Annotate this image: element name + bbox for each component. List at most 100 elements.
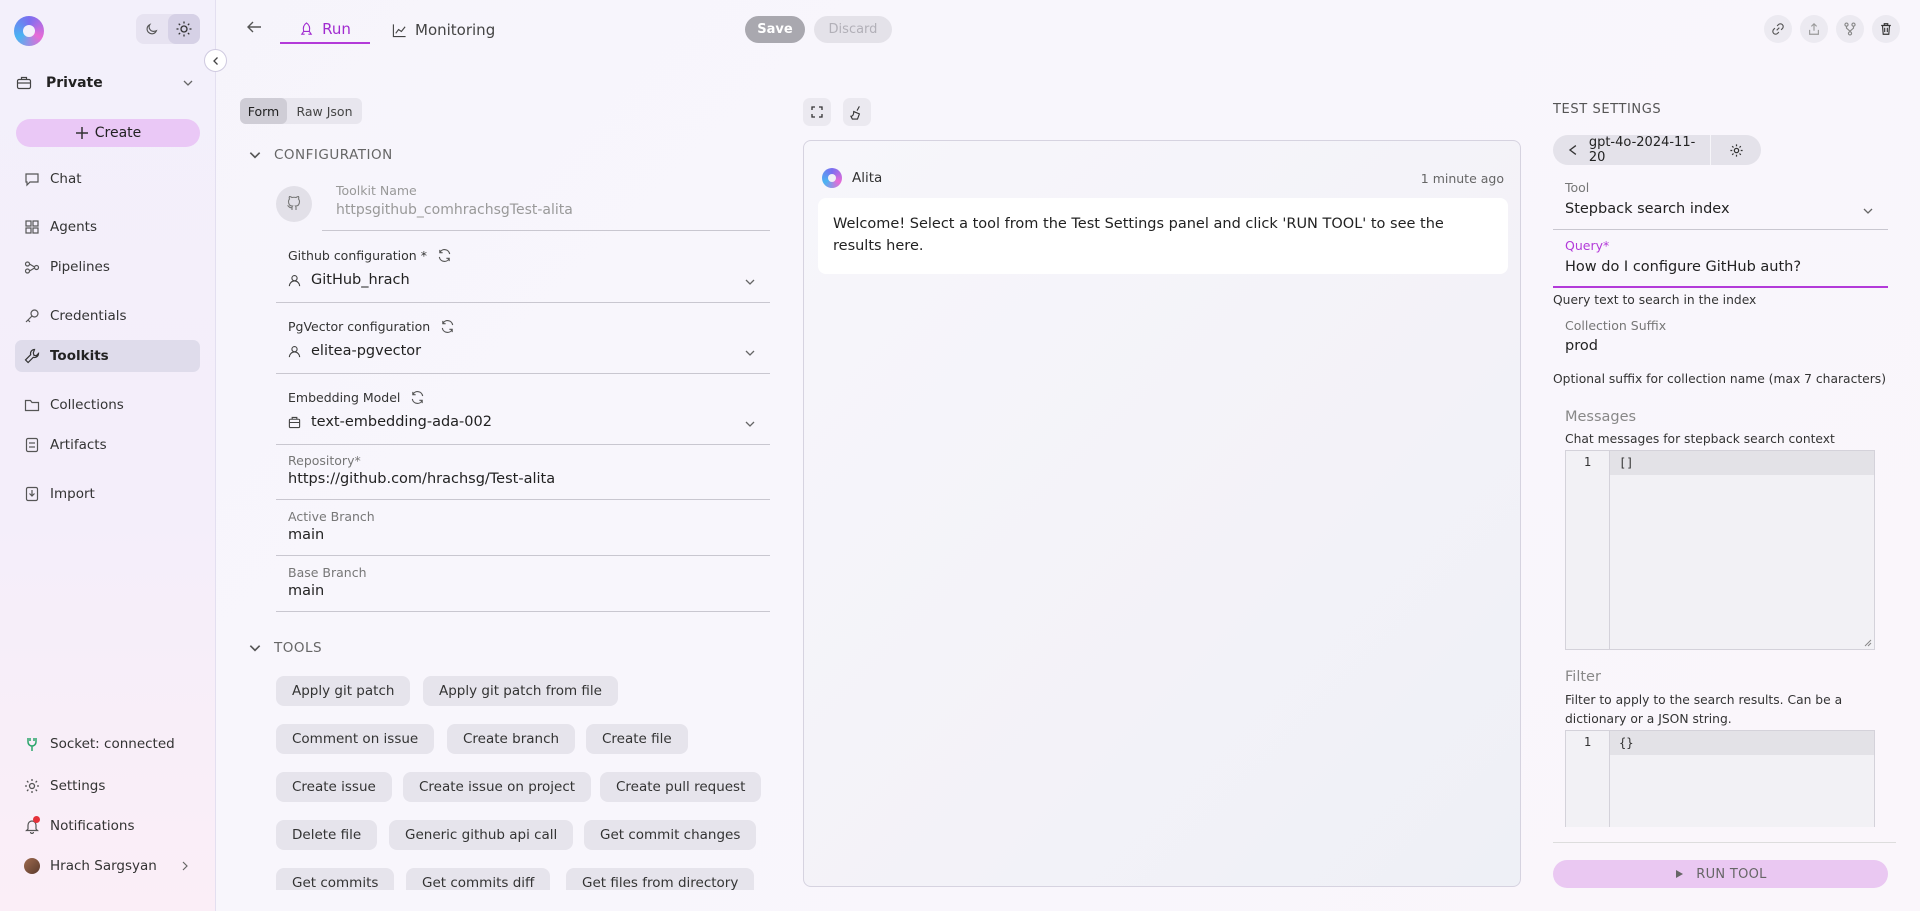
user-icon	[288, 345, 301, 357]
create-button[interactable]: Create	[16, 119, 200, 147]
tool-chip[interactable]: Create issue	[276, 772, 392, 802]
tool-chip[interactable]: Create file	[586, 724, 688, 754]
link-icon	[1772, 23, 1784, 35]
refresh-icon	[412, 391, 424, 404]
field-label: Query*	[1565, 238, 1609, 253]
tool-chip[interactable]: Create issue on project	[403, 772, 592, 802]
repository-field[interactable]: Repository* https://github.com/hrachsg/T…	[276, 453, 770, 500]
field-value: Stepback search index	[1565, 201, 1730, 217]
configuration-title: CONFIGURATION	[274, 147, 393, 163]
tools-section-toggle[interactable]: TOOLS	[248, 640, 322, 656]
field-value: text-embedding-ada-002	[311, 414, 492, 430]
tool-chip[interactable]: Create branch	[447, 724, 576, 754]
fullscreen-button[interactable]	[803, 98, 831, 126]
pgvector-configuration-select[interactable]: PgVector configuration elitea-pgvector	[276, 311, 770, 374]
tools-list: Apply git patch Apply git patch from fil…	[276, 672, 796, 890]
sidebar-item-credentials[interactable]: Credentials	[15, 300, 200, 332]
filter-label: Filter	[1565, 669, 1601, 685]
notifications-link[interactable]: Notifications	[15, 810, 200, 842]
raw-json-button[interactable]: Raw Json	[287, 98, 362, 124]
play-icon	[1676, 870, 1684, 878]
field-value-wrap: GitHub_hrach	[288, 272, 410, 288]
app-logo[interactable]	[14, 16, 44, 46]
project-selector[interactable]: Private	[16, 70, 200, 96]
base-branch-field[interactable]: Base Branch main	[276, 565, 770, 612]
field-value: main	[288, 527, 325, 543]
field-label: PgVector configuration	[288, 319, 455, 334]
fork-button[interactable]	[1836, 15, 1864, 43]
tool-chip[interactable]: Generic github api call	[389, 820, 574, 850]
chat-icon	[25, 173, 39, 187]
clear-chat-button[interactable]	[843, 98, 871, 126]
sidebar-item-pipelines[interactable]: Pipelines	[15, 251, 200, 283]
tool-chip[interactable]: Get commit changes	[584, 820, 757, 850]
query-input[interactable]: Query* How do I configure GitHub auth?	[1553, 237, 1888, 288]
tool-chip[interactable]: Apply git patch	[276, 676, 411, 706]
model-select-button[interactable]: gpt-4o-2024-11-20	[1553, 135, 1711, 165]
field-label: Active Branch	[288, 509, 375, 524]
sidebar-item-collections[interactable]: Collections	[15, 389, 200, 421]
line-number: 1	[1566, 451, 1610, 649]
field-value: prod	[1565, 338, 1598, 354]
tab-label: Monitoring	[415, 21, 496, 39]
toolbar-actions	[1764, 15, 1900, 43]
sidebar-item-label: Artifacts	[50, 437, 107, 453]
light-mode-button[interactable]	[168, 14, 200, 44]
github-configuration-select[interactable]: Github configuration * GitHub_hrach	[276, 240, 770, 303]
embedding-model-label: Embedding Model	[288, 390, 401, 405]
form-view-toggle: Form Raw Json	[240, 98, 362, 124]
toolkit-avatar[interactable]	[276, 186, 312, 222]
tool-chip[interactable]: Get files from directory	[566, 868, 755, 890]
tool-chip[interactable]: Create pull request	[600, 772, 762, 802]
tool-select[interactable]: Tool Stepback search index	[1553, 178, 1888, 230]
top-bar: Run Monitoring Save Discard	[217, 0, 1920, 58]
model-settings-button[interactable]	[1711, 143, 1761, 158]
settings-link[interactable]: Settings	[15, 770, 200, 802]
link-button[interactable]	[1764, 15, 1792, 43]
toolkit-name-field[interactable]: Toolkit Name httpsgithub_comhrachsgTest-…	[322, 180, 770, 231]
messages-editor[interactable]: 1 []	[1565, 450, 1875, 650]
tool-chip[interactable]: Comment on issue	[276, 724, 435, 754]
dark-mode-button[interactable]	[136, 14, 168, 44]
save-button[interactable]: Save	[745, 16, 805, 43]
collapse-sidebar-button[interactable]	[204, 49, 227, 72]
filter-editor[interactable]: 1 {}	[1565, 730, 1875, 827]
embedding-model-select[interactable]: Embedding Model text-embedding-ada-002	[276, 382, 770, 445]
rocket-icon	[300, 21, 313, 35]
refresh-icon	[438, 249, 451, 262]
collection-suffix-help: Optional suffix for collection name (max…	[1553, 372, 1887, 386]
delete-button[interactable]	[1872, 15, 1900, 43]
tab-run[interactable]: Run	[280, 16, 370, 44]
user-menu[interactable]: Hrach Sargsyan	[15, 850, 200, 882]
sidebar-item-agents[interactable]: Agents	[15, 211, 200, 243]
sidebar-item-chat[interactable]: Chat	[15, 163, 200, 195]
tab-monitoring[interactable]: Monitoring	[392, 16, 495, 44]
back-button[interactable]	[245, 18, 263, 36]
sidebar-item-toolkits[interactable]: Toolkits	[15, 340, 200, 372]
project-name: Private	[46, 75, 103, 91]
sidebar-item-import[interactable]: Import	[15, 478, 200, 510]
model-selector: gpt-4o-2024-11-20	[1553, 135, 1761, 165]
sidebar-item-artifacts[interactable]: Artifacts	[15, 429, 200, 461]
tool-chip[interactable]: Apply git patch from file	[423, 676, 618, 706]
field-label: Collection Suffix	[1565, 318, 1667, 333]
configuration-section-toggle[interactable]: CONFIGURATION	[248, 147, 393, 163]
tool-chip[interactable]: Get commits	[276, 868, 395, 890]
run-tool-button[interactable]: RUN TOOL	[1553, 860, 1888, 888]
tool-chip[interactable]: Delete file	[276, 820, 378, 850]
messages-label: Messages	[1565, 409, 1637, 425]
divider	[1553, 842, 1896, 843]
discard-button[interactable]: Discard	[814, 16, 892, 43]
test-settings-title: TEST SETTINGS	[1553, 102, 1662, 117]
tool-chip[interactable]: Get commits diff	[406, 868, 551, 890]
field-value-wrap: text-embedding-ada-002	[288, 414, 492, 430]
export-button[interactable]	[1800, 15, 1828, 43]
chart-line-icon	[392, 23, 406, 37]
collection-suffix-input[interactable]: Collection Suffix prod	[1553, 317, 1888, 367]
trash-icon	[1881, 23, 1891, 35]
field-value-wrap: elitea-pgvector	[288, 343, 421, 359]
message-header: Alita 1 minute ago	[822, 168, 1504, 188]
active-branch-field[interactable]: Active Branch main	[276, 509, 770, 556]
message-time: 1 minute ago	[1420, 170, 1504, 186]
form-view-button[interactable]: Form	[240, 98, 287, 124]
